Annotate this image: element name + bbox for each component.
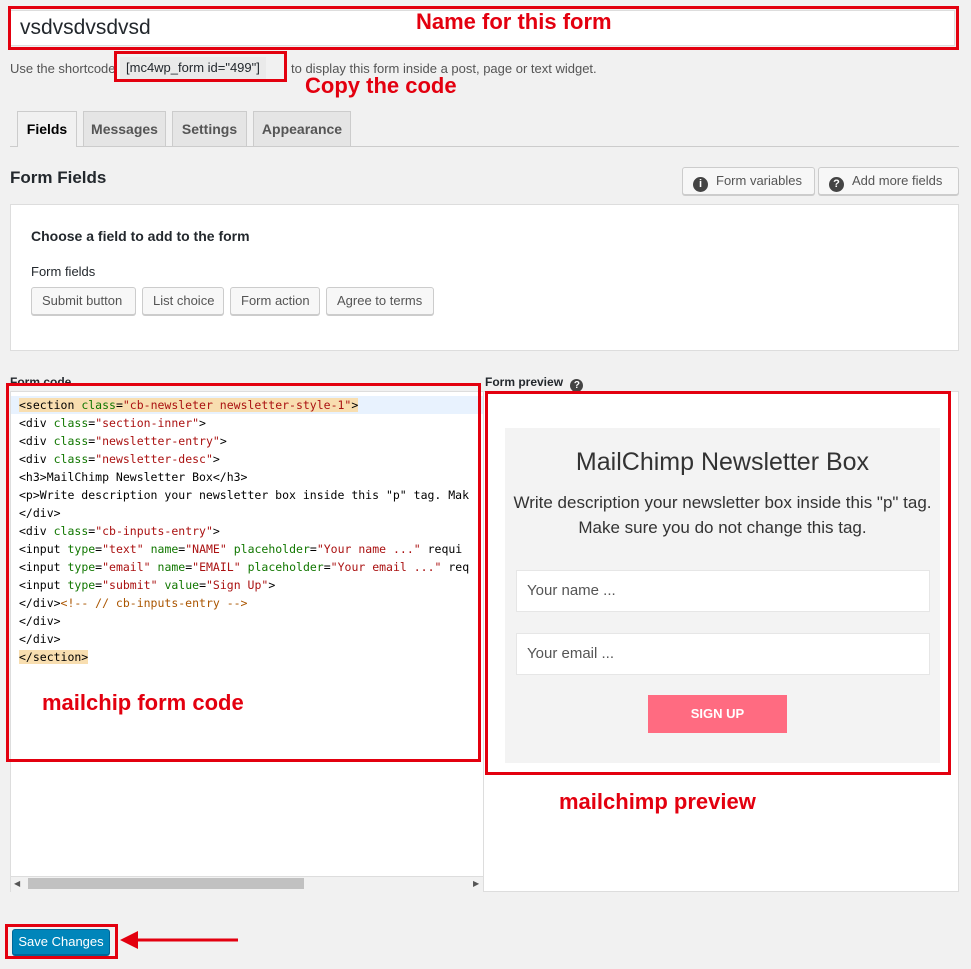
form-code-label: Form code	[10, 375, 72, 389]
tab-appearance[interactable]: Appearance	[253, 111, 351, 146]
code-line: <div class="cb-inputs-entry">	[19, 524, 220, 538]
annotation-preview-label: mailchimp preview	[559, 789, 756, 814]
shortcode-intro-text: Use the shortcode	[10, 61, 116, 76]
list-choice-field[interactable]: List choice	[142, 287, 224, 315]
code-line: </div><!-- // cb-inputs-entry -->	[19, 596, 248, 610]
annotation-copy-label: Copy the code	[305, 73, 457, 98]
code-line: </section>	[19, 650, 89, 664]
question-circle-icon: ?	[829, 177, 844, 192]
annotation-code-label: mailchip form code	[42, 690, 244, 715]
email-input[interactable]: Your email ...	[516, 633, 930, 675]
agree-to-terms-field[interactable]: Agree to terms	[326, 287, 434, 315]
code-line: </div>	[19, 506, 61, 520]
annotation-name-label: Name for this form	[416, 9, 612, 34]
add-more-fields-button[interactable]: ? Add more fields	[818, 167, 959, 195]
info-circle-icon: i	[693, 177, 708, 192]
code-line: <div class="newsletter-desc">	[19, 452, 220, 466]
code-line: </div>	[19, 632, 61, 646]
scroll-left-icon[interactable]: ◀	[14, 879, 20, 888]
tab-settings[interactable]: Settings	[172, 111, 247, 146]
tab-bar-divider	[10, 146, 959, 147]
section-title: Form Fields	[10, 168, 107, 187]
form-preview-label-text: Form preview	[485, 375, 564, 389]
form-variables-button[interactable]: i Form variables	[682, 167, 815, 195]
left-arrow-icon	[120, 931, 238, 949]
tab-messages[interactable]: Messages	[83, 111, 166, 146]
field-chooser-heading: Choose a field to add to the form	[31, 228, 250, 244]
code-scroll-thumb[interactable]	[28, 878, 304, 889]
code-line: <h3>MailChimp Newsletter Box</h3>	[19, 470, 248, 484]
newsletter-description: Write description your newsletter box in…	[513, 493, 932, 537]
field-chooser-panel	[10, 204, 959, 351]
name-input[interactable]: Your name ...	[516, 570, 930, 612]
form-fields-subheading: Form fields	[31, 264, 96, 279]
code-line: </div>	[19, 614, 61, 628]
code-line: <p>Write description your newsletter box…	[19, 488, 470, 502]
code-line: <div class="newsletter-entry">	[19, 434, 227, 448]
code-line: <input type="submit" value="Sign Up">	[19, 578, 276, 592]
code-line: <input type="email" name="EMAIL" placeho…	[19, 560, 470, 574]
newsletter-title: MailChimp Newsletter Box	[575, 448, 870, 476]
shortcode-code[interactable]: [mc4wp_form id="499"]	[120, 57, 266, 79]
submit-button-field[interactable]: Submit button	[31, 287, 136, 315]
save-changes-button[interactable]: Save Changes	[12, 929, 110, 955]
code-line: <section class="cb-newsleter newsletter-…	[19, 398, 359, 412]
form-preview-label: Form preview ?	[485, 375, 591, 392]
scroll-right-icon[interactable]: ▶	[473, 879, 479, 888]
tab-fields[interactable]: Fields	[17, 111, 77, 147]
signup-button[interactable]: SIGN UP	[648, 695, 787, 733]
add-more-fields-label: Add more fields	[852, 173, 943, 188]
form-action-field[interactable]: Form action	[230, 287, 320, 315]
code-line: <div class="section-inner">	[19, 416, 206, 430]
form-variables-label: Form variables	[716, 173, 802, 188]
code-line: <input type="text" name="NAME" placehold…	[19, 542, 463, 556]
